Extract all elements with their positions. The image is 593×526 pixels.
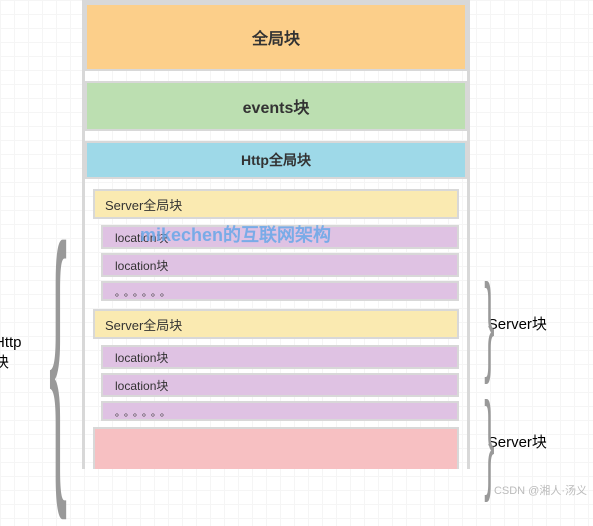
nginx-config-diagram: 全局块 events块 Http全局块 Server全局块 location块 … (82, 0, 470, 469)
ellipsis-block: 。。。。。。 (101, 281, 459, 301)
brace-icon: } (484, 260, 494, 387)
server-global-block-1: Server全局块 (93, 189, 459, 219)
location-block: location块 (101, 225, 459, 249)
location-block: location块 (101, 345, 459, 369)
http-block-brace: Http块 { (0, 180, 84, 526)
brace-icon: { (49, 180, 67, 526)
bottom-continuation (93, 427, 459, 469)
ellipsis-block: 。。。。。。 (101, 401, 459, 421)
location-block: location块 (101, 373, 459, 397)
global-block: 全局块 (85, 3, 467, 71)
footer-attribution: CSDN @湘人·汤义 (494, 482, 587, 498)
server-block-label: Server块 (488, 313, 547, 334)
server-block-label: Server块 (488, 431, 547, 452)
location-block: location块 (101, 253, 459, 277)
server-block-brace-1: } Server块 (471, 260, 591, 387)
server-global-block-2: Server全局块 (93, 309, 459, 339)
events-block: events块 (85, 81, 467, 131)
http-global-block: Http全局块 (85, 141, 467, 179)
http-block-label: Http块 (0, 334, 22, 372)
